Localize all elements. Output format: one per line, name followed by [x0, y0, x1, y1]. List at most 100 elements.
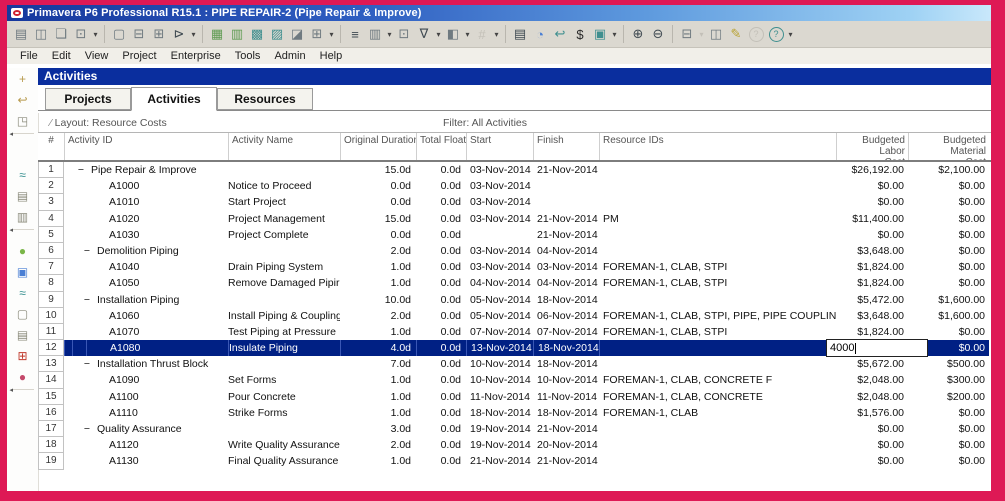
original-duration[interactable]: 1.0d [340, 389, 416, 405]
activity-id[interactable]: A1130 [64, 453, 228, 469]
table-row[interactable]: 15A1100Pour Concrete1.0d0.0d11-Nov-20141… [38, 389, 991, 405]
original-duration[interactable]: 15.0d [340, 211, 416, 227]
reschedule-icon[interactable]: ≈ [14, 282, 32, 303]
activity-name[interactable]: Test Piping at Pressure [228, 324, 340, 340]
original-duration[interactable]: 10.0d [340, 292, 416, 308]
timescale-icon[interactable]: ⊡ [394, 24, 414, 44]
resource-ids[interactable] [599, 227, 836, 243]
tab-resources[interactable]: Resources [217, 88, 313, 110]
resources-icon[interactable]: ◔ [530, 24, 550, 44]
collapse-toggle-icon[interactable]: − [83, 292, 91, 308]
budgeted-labor-cost[interactable]: $1,824.00 [836, 259, 908, 275]
original-duration[interactable]: 2.0d [340, 437, 416, 453]
activity-name[interactable]: Project Management [228, 211, 340, 227]
start-date[interactable]: 13-Nov-2014 [466, 340, 533, 356]
filter-dropdown[interactable]: ▾ [434, 24, 443, 44]
start-date[interactable]: 03-Nov-2014 [466, 243, 533, 259]
table-row[interactable]: 2A1000Notice to Proceed0.0d0.0d03-Nov-20… [38, 178, 991, 194]
activity-id[interactable]: A1030 [64, 227, 228, 243]
budgeted-labor-cost[interactable]: $2,048.00 [836, 389, 908, 405]
tab-activities[interactable]: Activities [131, 87, 217, 111]
table-row-group[interactable]: 1−Pipe Repair & Improve15.0d0.0d03-Nov-2… [38, 162, 991, 178]
resource-ids[interactable]: FOREMAN-1, CLAB [599, 405, 836, 421]
table-row-group[interactable]: 13−Installation Thrust Block7.0d0.0d10-N… [38, 356, 991, 372]
activity-details-side-icon[interactable]: ▤ [14, 185, 32, 206]
resource-ids[interactable]: FOREMAN-1, CLAB, CONCRETE F [599, 372, 836, 388]
start-date[interactable]: 04-Nov-2014 [466, 275, 533, 291]
menu-help[interactable]: Help [313, 50, 350, 62]
budgeted-material-cost[interactable]: $0.00 [908, 324, 989, 340]
activity-id[interactable]: A1100 [64, 389, 228, 405]
activity-id[interactable]: A1110 [64, 405, 228, 421]
collapse-toggle-icon[interactable]: − [77, 162, 85, 178]
total-float[interactable]: 0.0d [416, 421, 466, 437]
total-float[interactable]: 0.0d [416, 356, 466, 372]
budgeted-material-cost[interactable]: $0.00 [908, 211, 989, 227]
budgeted-material-cost[interactable]: $200.00 [908, 389, 989, 405]
print-dropdown[interactable]: ▾ [91, 24, 100, 44]
grid-settings-icon[interactable]: ⊞ [14, 345, 32, 366]
layout-icon[interactable]: ◧ [443, 24, 463, 44]
total-float[interactable]: 0.0d [416, 275, 466, 291]
budgeted-labor-cost[interactable]: $3,648.00 [836, 308, 908, 324]
resource-ids[interactable] [599, 194, 836, 210]
total-float[interactable]: 0.0d [416, 178, 466, 194]
menu-tools[interactable]: Tools [228, 50, 268, 62]
table-row[interactable]: 11A1070Test Piping at Pressure1.0d0.0d07… [38, 324, 991, 340]
total-float[interactable]: 0.0d [416, 162, 466, 178]
zoom-in-icon[interactable]: ⊕ [628, 24, 648, 44]
activity-name[interactable]: Remove Damaged Pipir [228, 275, 340, 291]
menu-admin[interactable]: Admin [267, 50, 312, 62]
resource-ids[interactable]: FOREMAN-1, CLAB, STPI [599, 324, 836, 340]
views-dropdown-icon[interactable]: ⊞ [307, 24, 327, 44]
resource-ids[interactable] [599, 421, 836, 437]
total-float[interactable]: 0.0d [416, 453, 466, 469]
columns-icon[interactable]: ▥ [365, 24, 385, 44]
start-date[interactable]: 19-Nov-2014 [466, 437, 533, 453]
schedule-icon[interactable]: ≈ [14, 164, 32, 185]
original-duration[interactable]: 2.0d [340, 243, 416, 259]
finish-date[interactable]: 21-Nov-2014 [533, 453, 599, 469]
activity-name[interactable]: Install Piping & Coupling: [228, 308, 340, 324]
table-row[interactable]: 5A1030Project Complete0.0d0.0d21-Nov-201… [38, 227, 991, 243]
total-float[interactable]: 0.0d [416, 227, 466, 243]
table-row[interactable]: 10A1060Install Piping & Coupling:2.0d0.0… [38, 308, 991, 324]
horizontal-split-icon[interactable]: ⊟ [677, 24, 697, 44]
start-date[interactable]: 03-Nov-2014 [466, 211, 533, 227]
table-row[interactable]: 18A1120Write Quality Assurance2.0d0.0d19… [38, 437, 991, 453]
finish-date[interactable]: 18-Nov-2014 [533, 340, 599, 356]
budgeted-material-cost[interactable]: $1,600.00 [908, 308, 989, 324]
original-duration[interactable]: 1.0d [340, 405, 416, 421]
start-date[interactable]: 19-Nov-2014 [466, 421, 533, 437]
start-date[interactable]: 10-Nov-2014 [466, 372, 533, 388]
table-row[interactable]: 4A1020Project Management15.0d0.0d03-Nov-… [38, 211, 991, 227]
select-pointer-icon[interactable]: ⊳ [169, 24, 189, 44]
budgeted-labor-cost[interactable]: $0.00 [836, 227, 908, 243]
activities-view-icon[interactable]: ▩ [247, 24, 267, 44]
layout-dropdown[interactable]: ▾ [463, 24, 472, 44]
budgeted-labor-cost[interactable]: $0.00 [836, 453, 908, 469]
cell-edit-input[interactable]: 4000 [826, 339, 928, 357]
budgeted-labor-cost[interactable]: $0.00 [836, 194, 908, 210]
level-resources-icon[interactable]: ● [14, 240, 32, 261]
resource-ids[interactable]: FOREMAN-1, CLAB, STPI, PIPE, PIPE COUPLI… [599, 308, 836, 324]
activity-id[interactable]: A1020 [64, 211, 228, 227]
total-float[interactable]: 0.0d [416, 243, 466, 259]
start-date[interactable]: 05-Nov-2014 [466, 292, 533, 308]
column-header-resource-ids[interactable]: Resource IDs [599, 133, 836, 160]
table-row[interactable]: 7A1040Drain Piping System1.0d0.0d03-Nov-… [38, 259, 991, 275]
add-activity-icon[interactable]: + [14, 68, 32, 89]
resource-ids[interactable]: FOREMAN-1, CLAB, CONCRETE [599, 389, 836, 405]
activity-name[interactable]: Write Quality Assurance [228, 437, 340, 453]
assign-dropdown[interactable]: ▾ [610, 24, 619, 44]
activity-name[interactable] [228, 356, 340, 372]
roles-icon[interactable]: ↩ [550, 24, 570, 44]
column-header-activity-name[interactable]: Activity Name [228, 133, 340, 160]
activity-id[interactable]: −Installation Thrust Block [64, 356, 228, 372]
original-duration[interactable]: 0.0d [340, 227, 416, 243]
budgeted-material-cost[interactable]: $500.00 [908, 356, 989, 372]
detach-window-icon[interactable]: ⊟ [129, 24, 149, 44]
activity-name[interactable] [228, 162, 340, 178]
resource-ids[interactable] [599, 178, 836, 194]
activity-id[interactable]: A1060 [64, 308, 228, 324]
